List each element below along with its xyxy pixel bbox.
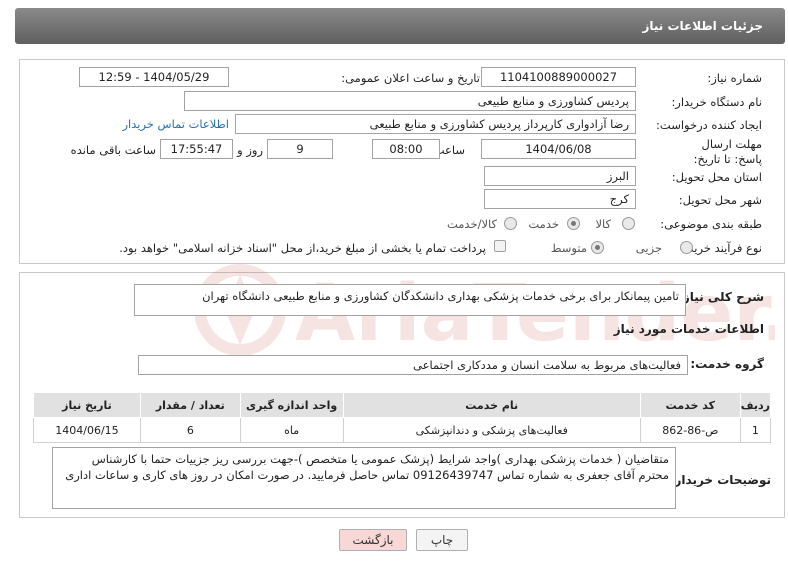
buyer-org-label: نام دستگاه خریدار: <box>671 95 762 109</box>
need-info-panel <box>19 59 785 264</box>
col-date-header: تاریخ نیاز <box>33 392 141 418</box>
cell-date: 1404/06/15 <box>33 417 141 443</box>
summary-label: شرح کلی نیاز: <box>678 290 764 304</box>
category-radio-goods-service[interactable] <box>504 217 517 230</box>
category-radio-service[interactable] <box>567 217 580 230</box>
category-label: طبقه بندی موضوعی: <box>660 217 762 231</box>
buyer-org-field[interactable]: پردیس کشاورزی و منابع طبیعی <box>184 91 636 111</box>
buyer-notes-label: توضیحات خریدار: <box>669 473 771 487</box>
requester-field[interactable]: رضا آزادواری کارپرداز پردیس کشاورزی و من… <box>235 114 636 134</box>
page: جزئیات اطلاعات نیاز AriaTender.neT شماره… <box>0 0 788 566</box>
city-label: شهر محل تحویل: <box>678 193 762 207</box>
table-row[interactable]: 1 ص-86-862 فعالیت‌های پزشکی و دندانپزشکی… <box>33 417 772 443</box>
col-name-header: نام خدمت <box>342 392 641 418</box>
cell-unit: ماه <box>239 417 344 443</box>
back-button[interactable]: بازگشت <box>339 529 407 551</box>
remaining-days-field[interactable]: 9 <box>267 139 333 159</box>
remaining-time-label: ساعت باقی مانده <box>70 143 156 157</box>
city-field[interactable]: کرج <box>484 189 636 209</box>
summary-textarea[interactable]: تامین پیمانکار برای برخی خدمات پزشکی بهد… <box>134 284 686 316</box>
cell-code: ص-86-862 <box>639 417 741 443</box>
table-header-row: ردیف کد خدمت نام خدمت واحد اندازه گیری ت… <box>33 392 772 418</box>
need-number-field[interactable]: 1104100889000027 <box>481 67 636 87</box>
process-option-minor: جزیی <box>635 241 662 255</box>
buyer-contact-link[interactable]: اطلاعات تماس خریدار <box>122 117 229 131</box>
category-option-service: خدمت <box>528 217 559 231</box>
service-group-label: گروه خدمت: <box>690 357 764 371</box>
service-group-field[interactable]: فعالیت‌های مربوط به سلامت انسان و مددکار… <box>138 355 688 375</box>
category-radio-goods[interactable] <box>622 217 635 230</box>
cell-row: 1 <box>739 417 772 443</box>
process-option-medium: متوسط <box>550 241 587 255</box>
announce-datetime-field[interactable]: 1404/05/29 - 12:59 <box>79 67 229 87</box>
province-field[interactable]: البرز <box>484 166 636 186</box>
process-radio-minor[interactable] <box>680 241 693 254</box>
col-qty-header: تعداد / مقدار <box>139 392 241 418</box>
page-title: جزئیات اطلاعات نیاز <box>642 19 763 33</box>
deadline-date-field[interactable]: 1404/06/08 <box>481 139 636 159</box>
deadline-time-field[interactable]: 08:00 <box>372 139 440 159</box>
col-unit-header: واحد اندازه گیری <box>239 392 344 418</box>
category-option-goods-service: کالا/خدمت <box>446 217 497 231</box>
treasury-payment-checkbox[interactable] <box>494 240 506 252</box>
col-row-header: ردیف <box>739 392 772 418</box>
need-number-label: شماره نیاز: <box>707 71 762 85</box>
services-section-title: اطلاعات خدمات مورد نیاز <box>613 322 764 336</box>
col-code-header: کد خدمت <box>639 392 741 418</box>
cell-qty: 6 <box>139 417 241 443</box>
days-label: روز و <box>237 143 263 157</box>
treasury-payment-note: پرداخت تمام یا بخشی از مبلغ خرید،از محل … <box>119 241 486 255</box>
category-option-goods: کالا <box>595 217 611 231</box>
services-table: ردیف کد خدمت نام خدمت واحد اندازه گیری ت… <box>33 392 772 443</box>
deadline-label: مهلت ارسال پاسخ: تا تاریخ: <box>693 137 762 166</box>
print-button[interactable]: چاپ <box>416 529 468 551</box>
page-header: جزئیات اطلاعات نیاز <box>15 8 785 44</box>
cell-name: فعالیت‌های پزشکی و دندانپزشکی <box>342 417 641 443</box>
buyer-notes-textarea[interactable]: متقاضیان ( خدمات پزشکی بهداری )واجد شرای… <box>52 447 676 509</box>
announce-datetime-label: تاریخ و ساعت اعلان عمومی: <box>341 71 480 85</box>
process-radio-medium[interactable] <box>591 241 604 254</box>
province-label: استان محل تحویل: <box>671 170 762 184</box>
remaining-time-field[interactable]: 17:55:47 <box>160 139 233 159</box>
requester-label: ایجاد کننده درخواست: <box>656 118 762 132</box>
